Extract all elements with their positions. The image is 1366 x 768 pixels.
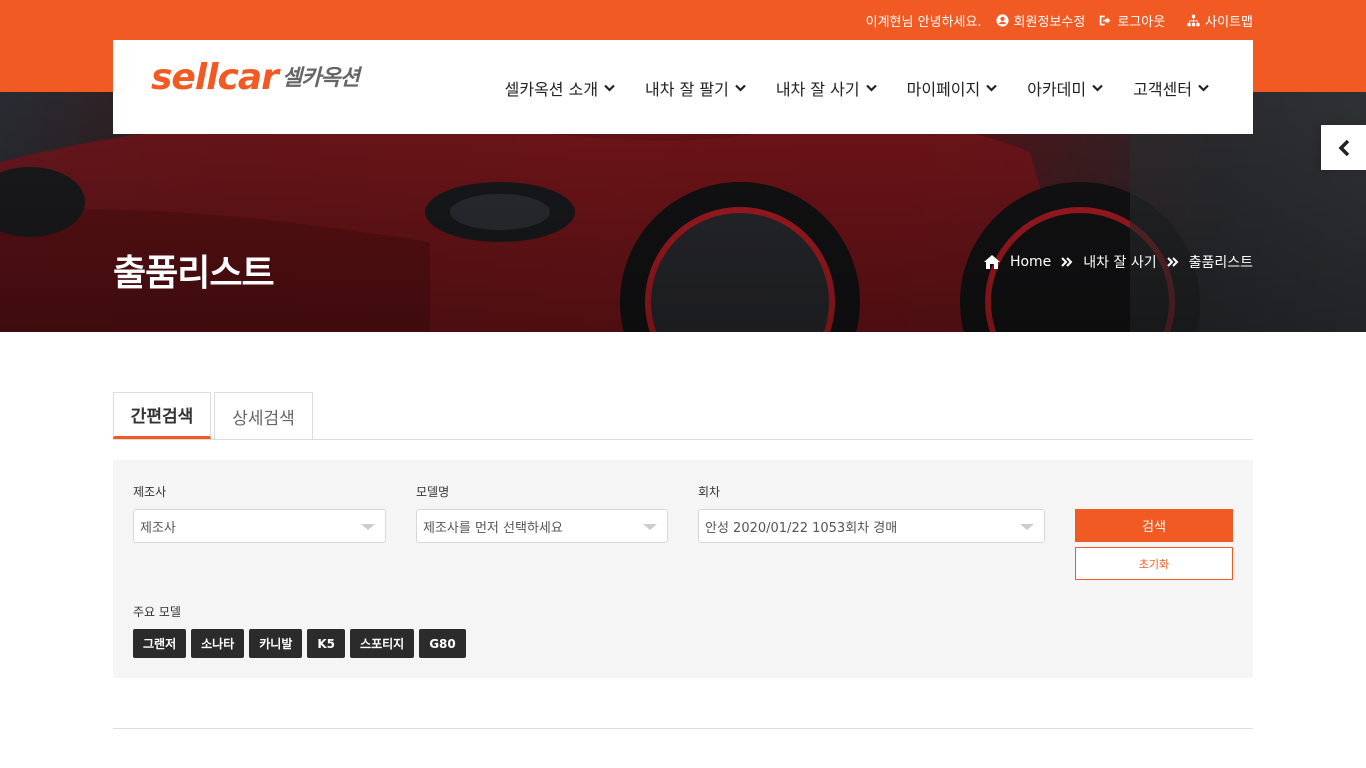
round-label: 회차 xyxy=(698,485,721,499)
maker-select[interactable]: 제조사 xyxy=(133,509,386,543)
tab-quick-search[interactable]: 간편검색 xyxy=(113,392,211,439)
greeting-text: 이계현님 안녕하세요. xyxy=(865,15,982,30)
chevron-down-icon xyxy=(1198,84,1209,92)
search-tabs: 간편검색 상세검색 xyxy=(113,392,1253,440)
model-chip[interactable]: 스포티지 xyxy=(350,629,415,658)
menu-item-mypage[interactable]: 마이페이지 xyxy=(907,76,998,100)
model-chip[interactable]: 소나타 xyxy=(191,629,245,658)
breadcrumb-buy[interactable]: 내차 잘 사기 xyxy=(1083,252,1156,272)
dropdown-caret-icon xyxy=(1020,524,1034,530)
chevron-left-icon xyxy=(1338,139,1349,156)
side-panel-toggle[interactable] xyxy=(1321,125,1366,170)
header-nav: sellcar 셀카옥션 셀카옥션 소개 내차 잘 팔기 내차 잘 사기 마이페… xyxy=(113,40,1253,134)
section-divider xyxy=(113,728,1253,729)
menu-item-buy[interactable]: 내차 잘 사기 xyxy=(776,76,877,100)
menu-item-sell[interactable]: 내차 잘 팔기 xyxy=(645,76,746,100)
maker-label: 제조사 xyxy=(133,485,167,499)
model-chip[interactable]: K5 xyxy=(307,629,346,658)
menu-item-about[interactable]: 셀카옥션 소개 xyxy=(505,76,615,100)
main-menu: 셀카옥션 소개 내차 잘 팔기 내차 잘 사기 마이페이지 아카데미 고객센터 xyxy=(505,76,1209,100)
sitemap-icon xyxy=(1187,14,1200,27)
logout-link[interactable]: 로그아웃 xyxy=(1099,11,1165,30)
utility-menu: 이계현님 안녕하세요. 회원정보수정 로그아웃 사이트맵 xyxy=(866,11,1253,30)
chevron-down-icon xyxy=(604,84,615,92)
model-chip[interactable]: G80 xyxy=(419,629,466,658)
menu-item-support[interactable]: 고객센터 xyxy=(1133,76,1209,100)
popular-models-label: 주요 모델 xyxy=(133,605,181,619)
round-select[interactable]: 안성 2020/01/22 1053회차 경매 xyxy=(698,509,1045,543)
dropdown-caret-icon xyxy=(643,524,657,530)
reset-button[interactable]: 초기화 xyxy=(1075,547,1233,580)
logout-icon xyxy=(1100,15,1111,26)
sitemap-link[interactable]: 사이트맵 xyxy=(1187,11,1253,30)
search-button[interactable]: 검색 xyxy=(1075,509,1233,542)
double-chevron-right-icon xyxy=(1061,257,1073,267)
chevron-down-icon xyxy=(735,84,746,92)
chevron-down-icon xyxy=(865,84,877,92)
model-label: 모델명 xyxy=(416,485,450,499)
breadcrumb-home[interactable]: Home xyxy=(1010,254,1051,270)
model-chip[interactable]: 카니발 xyxy=(249,629,303,658)
menu-item-academy[interactable]: 아카데미 xyxy=(1027,76,1103,100)
user-circle-icon xyxy=(995,14,1009,27)
home-icon xyxy=(983,255,1000,269)
model-chip[interactable]: 그랜저 xyxy=(133,629,187,658)
breadcrumb-current: 출품리스트 xyxy=(1188,255,1253,271)
chevron-down-icon xyxy=(986,84,997,92)
site-logo[interactable]: sellcar 셀카옥션 xyxy=(151,60,360,96)
popular-models: 그랜저 소나타 카니발 K5 스포티지 G80 xyxy=(133,629,471,658)
tab-detail-search[interactable]: 상세검색 xyxy=(214,392,313,439)
breadcrumb: Home 내차 잘 사기 출품리스트 xyxy=(983,252,1253,272)
model-select[interactable]: 제조사를 먼저 선택하세요 xyxy=(416,509,668,543)
edit-profile-link[interactable]: 회원정보수정 xyxy=(995,11,1085,30)
page-title: 출품리스트 xyxy=(113,253,275,294)
double-chevron-right-icon xyxy=(1166,257,1179,267)
search-panel: 제조사 제조사 모델명 제조사를 먼저 선택하세요 회차 안성 2020/01/… xyxy=(113,460,1253,678)
dropdown-caret-icon xyxy=(361,524,375,530)
chevron-down-icon xyxy=(1092,84,1103,92)
